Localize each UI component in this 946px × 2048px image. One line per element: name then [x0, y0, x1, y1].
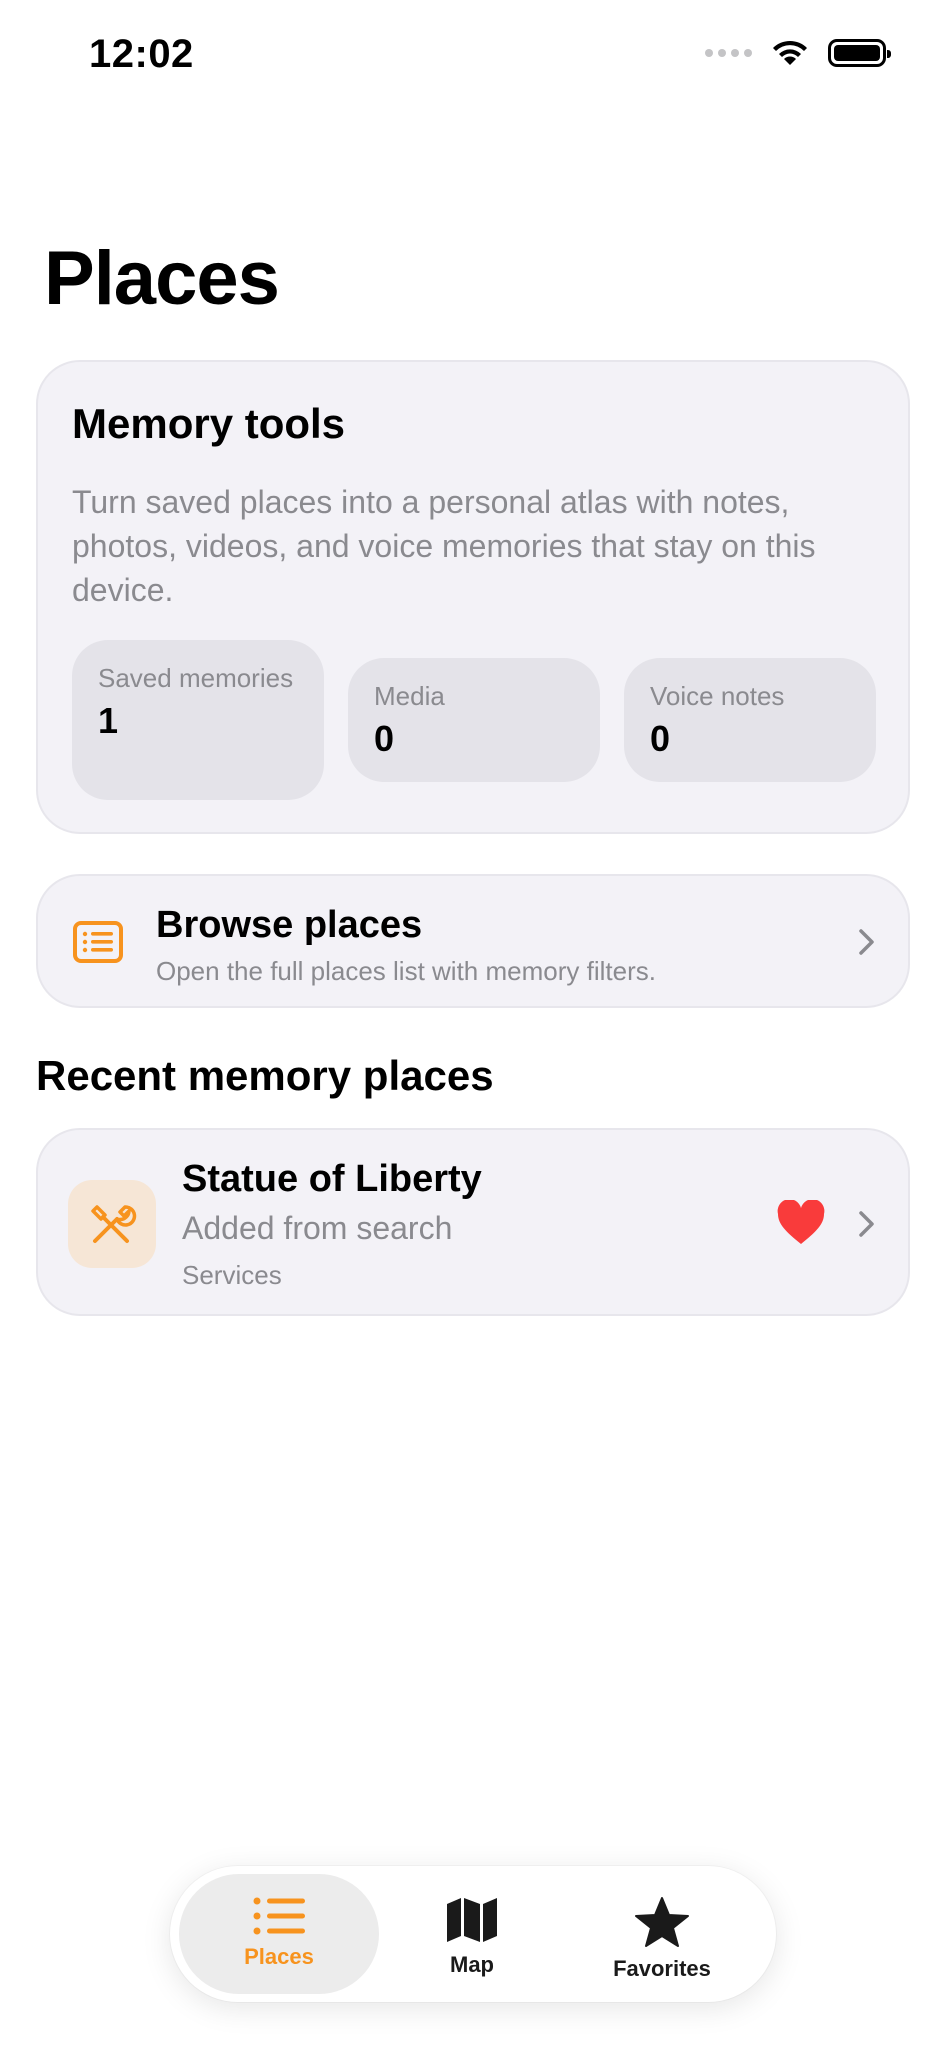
- memory-tools-card: Memory tools Turn saved places into a pe…: [36, 360, 910, 834]
- cellular-signal-icon: [705, 49, 752, 57]
- browse-places-title: Browse places: [156, 904, 423, 946]
- memory-tools-description: Turn saved places into a personal atlas …: [72, 484, 816, 608]
- tab-favorites[interactable]: Favorites: [562, 1874, 762, 1994]
- status-icons: [705, 38, 891, 68]
- place-subtitle: Added from search: [182, 1210, 453, 1246]
- battery-icon: [828, 39, 891, 67]
- list-box-icon: [73, 921, 123, 963]
- list-icon: [253, 1897, 305, 1935]
- tools-icon: [91, 1205, 137, 1243]
- stat-label: Voice notes: [650, 681, 785, 711]
- tab-label: Places: [244, 1944, 314, 1969]
- stat-media: Media 0: [348, 658, 600, 782]
- stat-value: 0: [650, 718, 671, 759]
- place-name: Statue of Liberty: [182, 1158, 482, 1200]
- tab-label: Map: [450, 1952, 494, 1977]
- chevron-right-icon: [859, 1211, 874, 1237]
- recent-section-title: Recent memory places: [36, 1052, 494, 1099]
- place-category: Services: [182, 1260, 282, 1290]
- tab-places[interactable]: Places: [179, 1874, 379, 1994]
- stat-saved-memories: Saved memories 1: [72, 640, 324, 800]
- stat-value: 1: [98, 700, 119, 741]
- chevron-right-icon: [859, 929, 874, 955]
- place-category-icon-box: [68, 1180, 156, 1268]
- place-row-statue-of-liberty[interactable]: Statue of Liberty Added from search Serv…: [36, 1128, 910, 1316]
- browse-places-subtitle: Open the full places list with memory fi…: [156, 956, 656, 986]
- stat-label: Saved memories: [98, 663, 294, 693]
- memory-tools-title: Memory tools: [72, 400, 346, 447]
- favorite-heart-icon[interactable]: [776, 1200, 826, 1246]
- stat-label: Media: [374, 681, 445, 711]
- tab-label: Favorites: [613, 1956, 711, 1981]
- tab-map[interactable]: Map: [372, 1874, 572, 1994]
- page-title: Places: [44, 236, 280, 321]
- star-icon: [635, 1897, 689, 1947]
- status-bar: 12:02: [0, 0, 946, 110]
- tab-bar: Places Map Favorites: [170, 1866, 776, 2002]
- wifi-icon: [773, 40, 807, 65]
- browse-places-button[interactable]: Browse places Open the full places list …: [36, 874, 910, 1008]
- status-time: 12:02: [89, 32, 194, 76]
- map-icon: [447, 1898, 497, 1942]
- stat-voice-notes: Voice notes 0: [624, 658, 876, 782]
- stat-value: 0: [374, 718, 395, 759]
